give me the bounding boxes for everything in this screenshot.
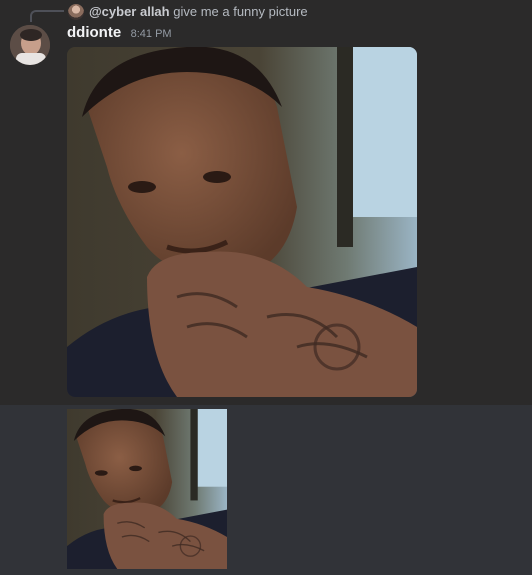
message-timestamp: 8:41 PM: [130, 28, 172, 40]
reply-content[interactable]: give me a funny picture: [173, 4, 307, 19]
author-username[interactable]: ddionte: [67, 24, 121, 41]
chat-message: @cyber allah give me a funny picture ddi…: [0, 0, 532, 405]
reply-avatar[interactable]: [68, 4, 84, 20]
reply-username[interactable]: @cyber allah: [89, 4, 170, 19]
image-attachment-small[interactable]: [67, 409, 227, 569]
reply-connector-line: [30, 10, 64, 22]
author-avatar[interactable]: [10, 25, 50, 65]
image-attachment-large[interactable]: [67, 47, 417, 397]
message-header: ddionte 8:41 PM: [67, 24, 172, 42]
reply-preview[interactable]: @cyber allah give me a funny picture: [89, 3, 308, 20]
